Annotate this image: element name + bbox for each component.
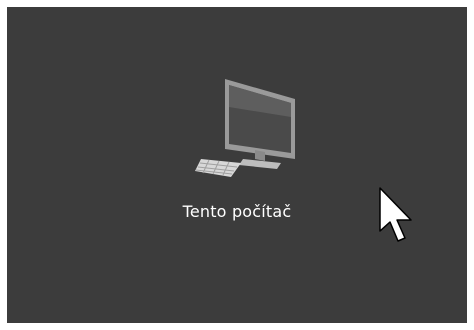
desktop-icon-this-pc[interactable]: Tento počítač bbox=[157, 67, 317, 237]
computer-icon bbox=[195, 79, 295, 177]
desktop-background: Tento počítač bbox=[7, 7, 467, 323]
mouse-pointer-icon bbox=[379, 187, 412, 242]
desktop-icon-label: Tento počítač bbox=[182, 202, 292, 221]
